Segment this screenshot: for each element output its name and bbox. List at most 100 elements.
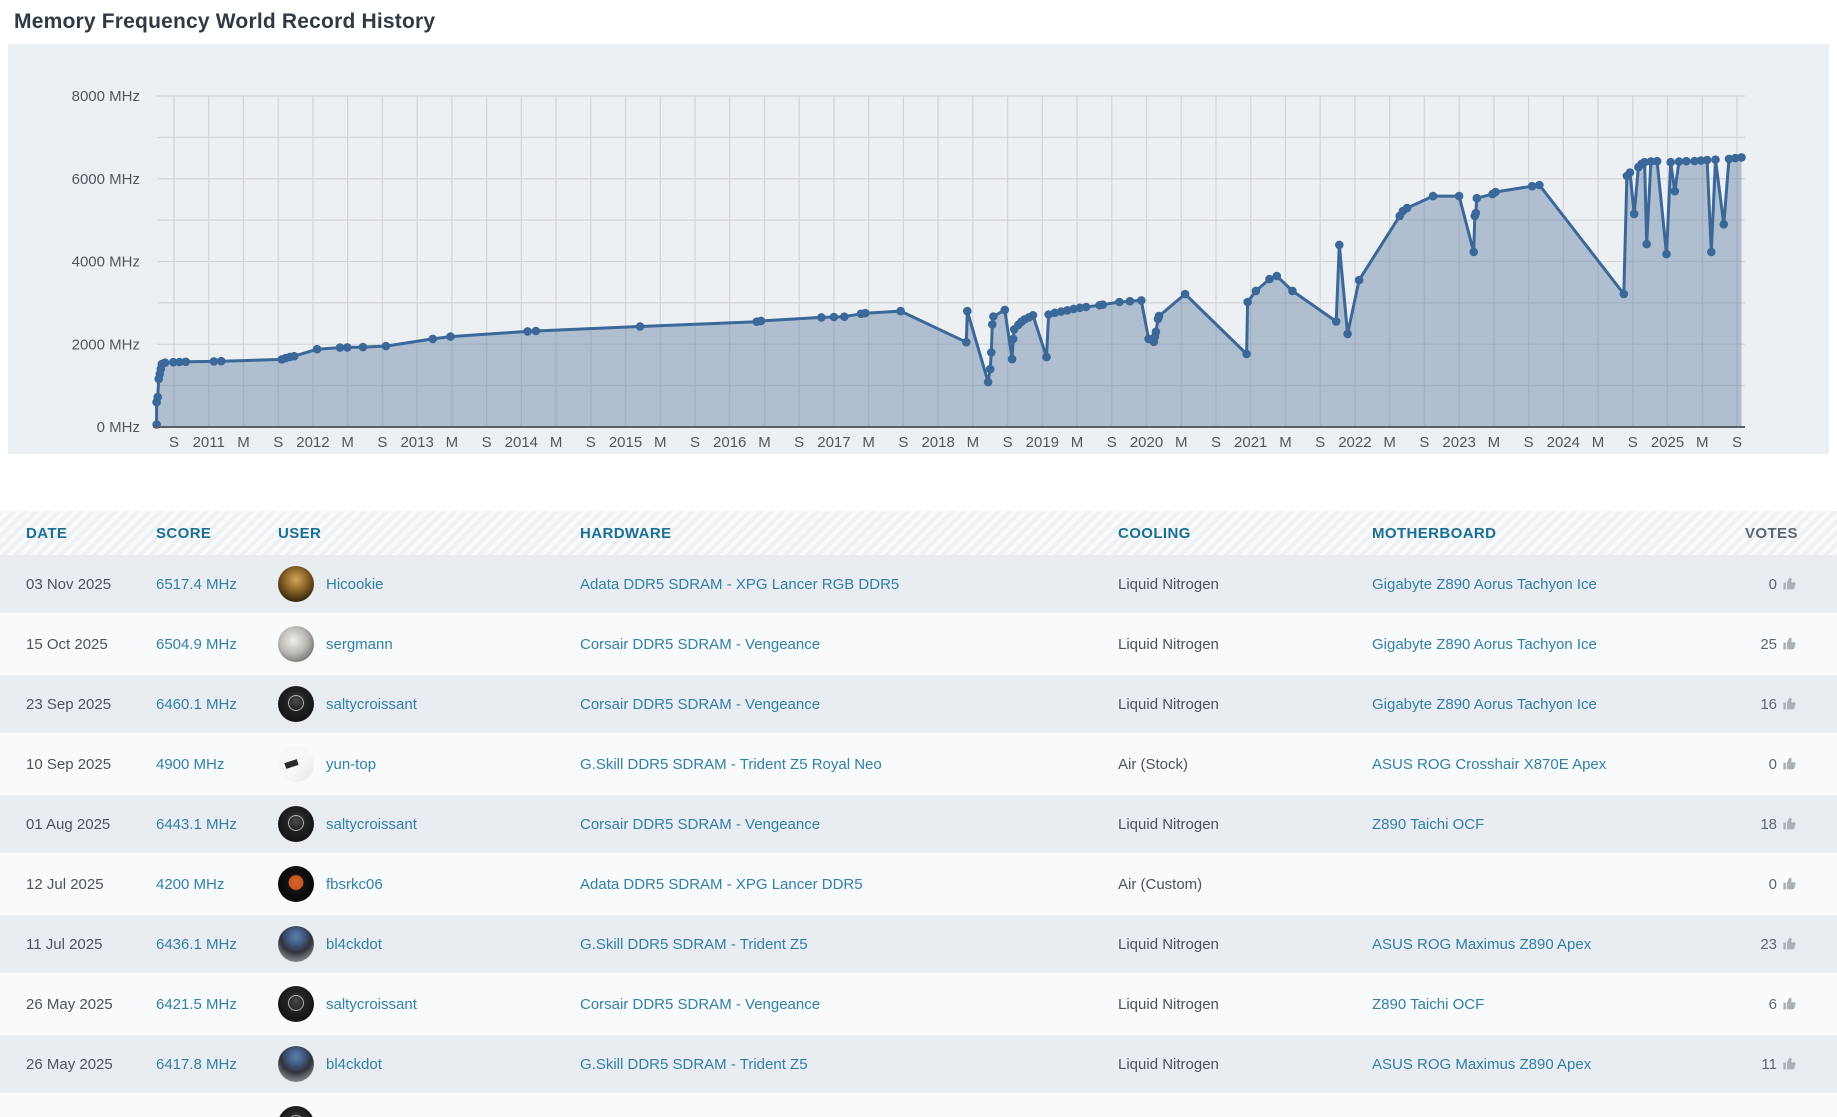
data-point[interactable] (429, 335, 438, 344)
score-link[interactable]: 6421.5 MHz (156, 996, 237, 1013)
score-link[interactable]: 6504.9 MHz (156, 636, 237, 653)
data-point[interactable] (1029, 311, 1038, 320)
data-point[interactable] (359, 343, 368, 352)
avatar[interactable] (278, 746, 314, 782)
data-point[interactable] (840, 312, 849, 321)
data-point[interactable] (1273, 272, 1282, 281)
data-point[interactable] (290, 352, 299, 361)
vote-thumbs-up-button[interactable] (1777, 576, 1797, 593)
data-point[interactable] (963, 307, 972, 316)
data-point[interactable] (1472, 209, 1481, 218)
motherboard-link[interactable]: ASUS ROG Maximus Z890 Apex (1372, 936, 1591, 953)
data-point[interactable] (1008, 355, 1017, 364)
data-point[interactable] (1429, 192, 1438, 201)
data-point[interactable] (988, 320, 997, 329)
data-point[interactable] (830, 313, 839, 322)
column-header-hardware[interactable]: HARDWARE (570, 525, 1108, 542)
vote-thumbs-up-button[interactable] (1777, 636, 1797, 653)
data-point[interactable] (987, 348, 996, 357)
motherboard-link[interactable]: ASUS ROG Crosshair X870E Apex (1372, 756, 1606, 773)
avatar[interactable] (278, 1106, 314, 1117)
avatar[interactable] (278, 986, 314, 1022)
data-point[interactable] (1181, 290, 1190, 299)
data-point[interactable] (1662, 250, 1671, 259)
data-point[interactable] (1626, 168, 1635, 177)
column-header-user[interactable]: USER (268, 525, 570, 542)
score-link[interactable]: 6417.8 MHz (156, 1056, 237, 1073)
vote-thumbs-up-button[interactable] (1777, 936, 1797, 953)
column-header-cooling[interactable]: COOLING (1108, 525, 1362, 542)
avatar[interactable] (278, 626, 314, 662)
data-point[interactable] (313, 345, 322, 354)
motherboard-link[interactable]: ASUS ROG Maximus Z890 Apex (1372, 1056, 1591, 1073)
data-point[interactable] (532, 327, 541, 336)
motherboard-link[interactable]: Z890 Taichi OCF (1372, 996, 1484, 1013)
data-point[interactable] (861, 309, 870, 318)
vote-thumbs-up-button[interactable] (1777, 996, 1797, 1013)
user-link[interactable]: bl4ckdot (326, 1056, 382, 1073)
vote-thumbs-up-button[interactable] (1777, 1056, 1797, 1073)
avatar[interactable] (278, 686, 314, 722)
data-point[interactable] (1703, 156, 1712, 165)
score-link[interactable]: 4200 MHz (156, 876, 224, 893)
data-point[interactable] (1335, 241, 1344, 250)
data-point[interactable] (1332, 317, 1341, 326)
data-point[interactable] (636, 322, 645, 331)
data-point[interactable] (1009, 335, 1018, 344)
data-point[interactable] (1675, 157, 1684, 166)
data-point[interactable] (1737, 153, 1746, 162)
score-link[interactable]: 6436.1 MHz (156, 936, 237, 953)
data-point[interactable] (1099, 300, 1108, 309)
score-link[interactable]: 6517.4 MHz (156, 576, 237, 593)
data-point[interactable] (1653, 157, 1662, 166)
data-point[interactable] (343, 343, 352, 352)
hardware-link[interactable]: Adata DDR5 SDRAM - XPG Lancer RGB DDR5 (580, 576, 899, 593)
vote-thumbs-up-button[interactable] (1777, 696, 1797, 713)
motherboard-link[interactable]: Z890 Taichi OCF (1372, 816, 1484, 833)
data-point[interactable] (1343, 330, 1352, 339)
data-point[interactable] (1630, 210, 1639, 219)
avatar[interactable] (278, 1046, 314, 1082)
data-point[interactable] (1720, 220, 1729, 229)
vote-thumbs-up-button[interactable] (1777, 816, 1797, 833)
vote-thumbs-up-button[interactable] (1777, 756, 1797, 773)
data-point[interactable] (962, 338, 971, 347)
hardware-link[interactable]: Corsair DDR5 SDRAM - Vengeance (580, 696, 820, 713)
data-point[interactable] (1126, 297, 1135, 306)
data-point[interactable] (182, 358, 191, 367)
data-point[interactable] (1528, 182, 1537, 191)
data-point[interactable] (1155, 312, 1164, 321)
data-point[interactable] (1642, 240, 1651, 249)
data-point[interactable] (1666, 158, 1675, 167)
data-point[interactable] (757, 317, 766, 326)
user-link[interactable]: saltycroissant (326, 696, 417, 713)
user-link[interactable]: saltycroissant (326, 996, 417, 1013)
data-point[interactable] (1671, 187, 1680, 196)
score-link[interactable]: 6460.1 MHz (156, 696, 237, 713)
data-point[interactable] (1455, 192, 1464, 201)
vote-thumbs-up-button[interactable] (1777, 876, 1797, 893)
score-link[interactable]: 4900 MHz (156, 756, 224, 773)
user-link[interactable]: Hicookie (326, 576, 384, 593)
hardware-link[interactable]: Corsair DDR5 SDRAM - Vengeance (580, 996, 820, 1013)
user-link[interactable]: bl4ckdot (326, 936, 382, 953)
avatar[interactable] (278, 866, 314, 902)
hardware-link[interactable]: Adata DDR5 SDRAM - XPG Lancer DDR5 (580, 876, 863, 893)
data-point[interactable] (153, 393, 162, 402)
user-link[interactable]: yun-top (326, 756, 376, 773)
motherboard-link[interactable]: Gigabyte Z890 Aorus Tachyon Ice (1372, 576, 1597, 593)
motherboard-link[interactable]: Gigabyte Z890 Aorus Tachyon Ice (1372, 696, 1597, 713)
data-point[interactable] (1243, 298, 1252, 307)
hardware-link[interactable]: G.Skill DDR5 SDRAM - Trident Z5 (580, 1056, 808, 1073)
data-point[interactable] (1355, 276, 1364, 285)
avatar[interactable] (278, 566, 314, 602)
data-point[interactable] (1242, 350, 1251, 359)
avatar[interactable] (278, 806, 314, 842)
avatar[interactable] (278, 926, 314, 962)
user-link[interactable]: fbsrkc06 (326, 876, 383, 893)
data-point[interactable] (989, 312, 998, 321)
data-point[interactable] (1707, 248, 1716, 257)
motherboard-link[interactable]: Gigabyte Z890 Aorus Tachyon Ice (1372, 636, 1597, 653)
data-point[interactable] (217, 357, 226, 366)
data-point[interactable] (896, 307, 905, 316)
